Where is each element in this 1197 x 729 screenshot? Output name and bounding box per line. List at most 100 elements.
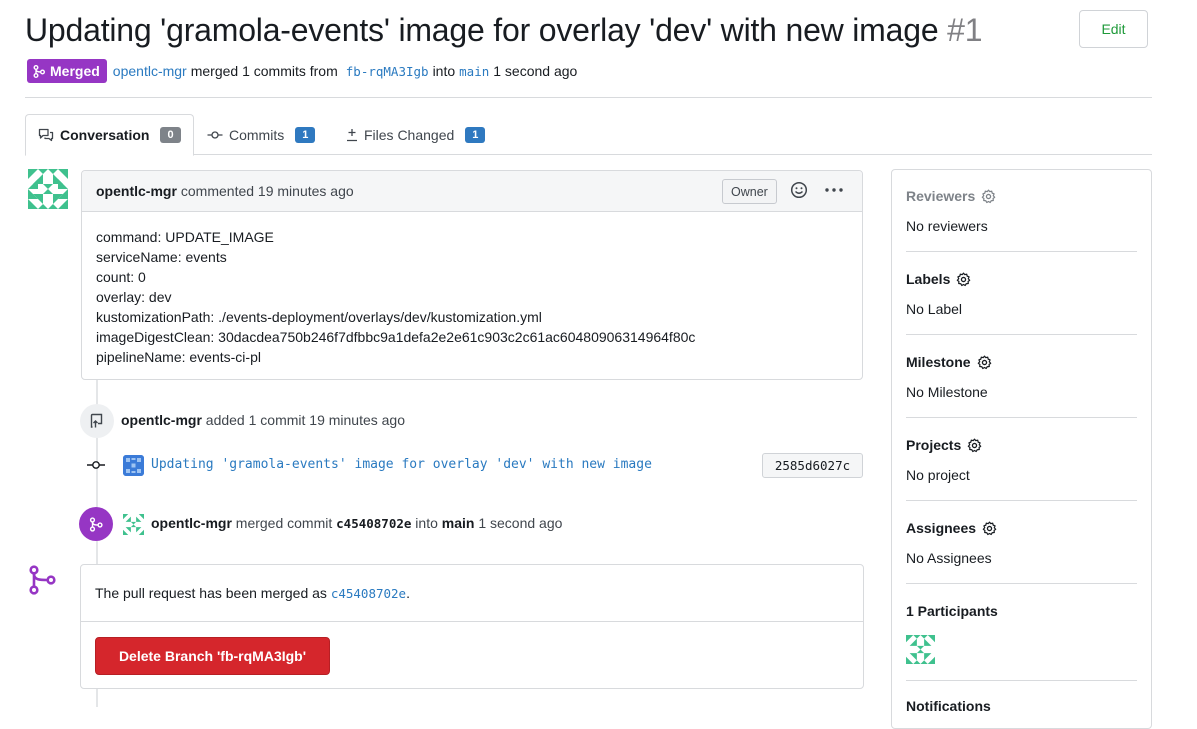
merge-event-author-link[interactable]: opentlc-mgr [151, 515, 232, 531]
comment-author-avatar[interactable] [28, 169, 68, 209]
assignees-section: Assignees No Assignees [906, 518, 1137, 566]
merge-status-card: The pull request has been merged as c454… [80, 564, 864, 689]
push-event-icon-wrapper [80, 404, 114, 438]
reviewers-gear-icon[interactable] [981, 189, 996, 204]
labels-title: Labels [906, 269, 1137, 289]
author-link[interactable]: opentlc-mgr [113, 63, 187, 79]
milestone-value: No Milestone [906, 384, 988, 400]
edit-button[interactable]: Edit [1079, 10, 1148, 48]
reviewers-title-text: Reviewers [906, 188, 976, 204]
sidebar-divider [906, 680, 1137, 681]
commit-added-event: opentlc-mgr added 1 commit 19 minutes ag… [121, 412, 405, 428]
header-divider [25, 97, 1152, 98]
merge-time: 1 second ago [493, 63, 578, 79]
projects-title: Projects [906, 435, 1137, 455]
tab-files-changed-label: Files Changed [364, 126, 455, 143]
tab-commits-count: 1 [295, 126, 316, 143]
milestone-title: Milestone [906, 352, 1137, 372]
merge-icon [33, 64, 45, 78]
comment-line: serviceName: events [96, 249, 227, 265]
pr-title-text: Updating 'gramola-events' image for over… [25, 12, 939, 48]
pr-meta: Merged opentlc-mgr merged 1 commits from… [27, 59, 577, 83]
milestone-section: Milestone No Milestone [906, 352, 1137, 400]
smiley-reaction-icon[interactable] [790, 181, 808, 199]
merged-status-badge: Merged [27, 59, 107, 83]
participant-avatar[interactable] [906, 635, 935, 664]
merge-commit-sha[interactable]: c45408702e [336, 516, 411, 531]
projects-section: Projects No project [906, 435, 1137, 483]
assignees-title: Assignees [906, 518, 1137, 538]
target-branch-link[interactable]: main [459, 64, 489, 79]
merged-status-icon [29, 565, 56, 595]
comment-line: imageDigestClean: 30dacdea750b246f7dfbbc… [96, 329, 696, 345]
comment-body: command: UPDATE_IMAGE serviceName: event… [82, 212, 862, 367]
conversation-icon [38, 128, 54, 142]
diff-icon [347, 128, 357, 141]
merged-text: merged 1 commits from [190, 63, 338, 79]
comment-action: commented 19 minutes ago [180, 183, 354, 199]
merge-event-author-avatar[interactable] [123, 514, 144, 535]
comment-card: opentlc-mgr commented 19 minutes ago Own… [81, 170, 863, 380]
into-text: into [432, 63, 456, 79]
comment-line: kustomizationPath: ./events-deployment/o… [96, 309, 542, 325]
notifications-section: Notifications [906, 696, 1137, 716]
milestone-title-text: Milestone [906, 354, 971, 370]
labels-title-text: Labels [906, 271, 951, 287]
participants-title: 1 Participants [906, 603, 998, 619]
comment-author-link[interactable]: opentlc-mgr [96, 183, 177, 199]
assignees-value: No Assignees [906, 550, 992, 566]
sidebar-divider [906, 251, 1137, 252]
sidebar-divider [906, 334, 1137, 335]
source-branch-link[interactable]: fb-rqMA3Igb [346, 64, 429, 79]
commit-icon [207, 130, 223, 139]
merge-status-message: The pull request has been merged as c454… [95, 585, 410, 601]
merge-event: opentlc-mgr merged commit c45408702e int… [151, 515, 562, 531]
milestone-gear-icon[interactable] [977, 355, 992, 370]
merge-message-suffix: . [406, 585, 410, 601]
merged-status-label: Merged [50, 63, 100, 79]
labels-value: No Label [906, 301, 963, 317]
tab-commits-label: Commits [229, 126, 285, 143]
tab-conversation[interactable]: Conversation 0 [25, 114, 194, 156]
merge-event-action: merged commit [235, 515, 333, 531]
merge-message-prefix: The pull request has been merged as [95, 585, 327, 601]
reviewers-title: Reviewers [906, 186, 1137, 206]
pr-sidebar: Reviewers No reviewers Labels No Label M… [891, 169, 1152, 729]
merge-icon [89, 516, 103, 532]
labels-gear-icon[interactable] [956, 272, 971, 287]
comment-line: overlay: dev [96, 289, 172, 305]
tab-files-changed[interactable]: Files Changed 1 [346, 114, 486, 155]
sidebar-divider [906, 583, 1137, 584]
commit-event-author-link[interactable]: opentlc-mgr [121, 412, 202, 428]
more-options-icon[interactable] [823, 181, 845, 199]
commit-message-link[interactable]: Updating 'gramola-events' image for over… [151, 457, 652, 472]
merge-event-target-branch[interactable]: main [442, 515, 475, 531]
reviewers-section: Reviewers No reviewers [906, 186, 1137, 234]
commit-event-action: added 1 commit 19 minutes ago [205, 412, 406, 428]
sidebar-divider [906, 417, 1137, 418]
comment-header: opentlc-mgr commented 19 minutes ago Own… [82, 171, 862, 212]
participants-section: 1 Participants [906, 601, 1137, 664]
repo-push-icon [90, 413, 103, 428]
merge-commit-link[interactable]: c45408702e [331, 586, 406, 601]
labels-section: Labels No Label [906, 269, 1137, 317]
commit-sha-button[interactable]: 2585d6027c [762, 453, 863, 478]
owner-badge: Owner [722, 179, 777, 204]
tab-conversation-count: 0 [160, 127, 181, 143]
merge-event-into: into [415, 515, 438, 531]
commit-author-avatar[interactable] [123, 455, 144, 476]
tab-files-changed-count: 1 [465, 126, 486, 143]
merge-card-divider [81, 621, 863, 622]
notifications-title: Notifications [906, 698, 991, 714]
commit-node-icon [87, 461, 105, 469]
projects-title-text: Projects [906, 437, 962, 453]
delete-branch-button[interactable]: Delete Branch 'fb-rqMA3Igb' [95, 637, 330, 675]
merge-event-time: 1 second ago [478, 515, 563, 531]
reviewers-value: No reviewers [906, 218, 988, 234]
sidebar-divider [906, 500, 1137, 501]
projects-gear-icon[interactable] [967, 438, 982, 453]
assignees-gear-icon[interactable] [982, 521, 997, 536]
pr-tabs: Conversation 0 Commits 1 Files Changed 1 [25, 114, 1152, 156]
assignees-title-text: Assignees [906, 520, 977, 536]
tab-commits[interactable]: Commits 1 [207, 114, 316, 155]
